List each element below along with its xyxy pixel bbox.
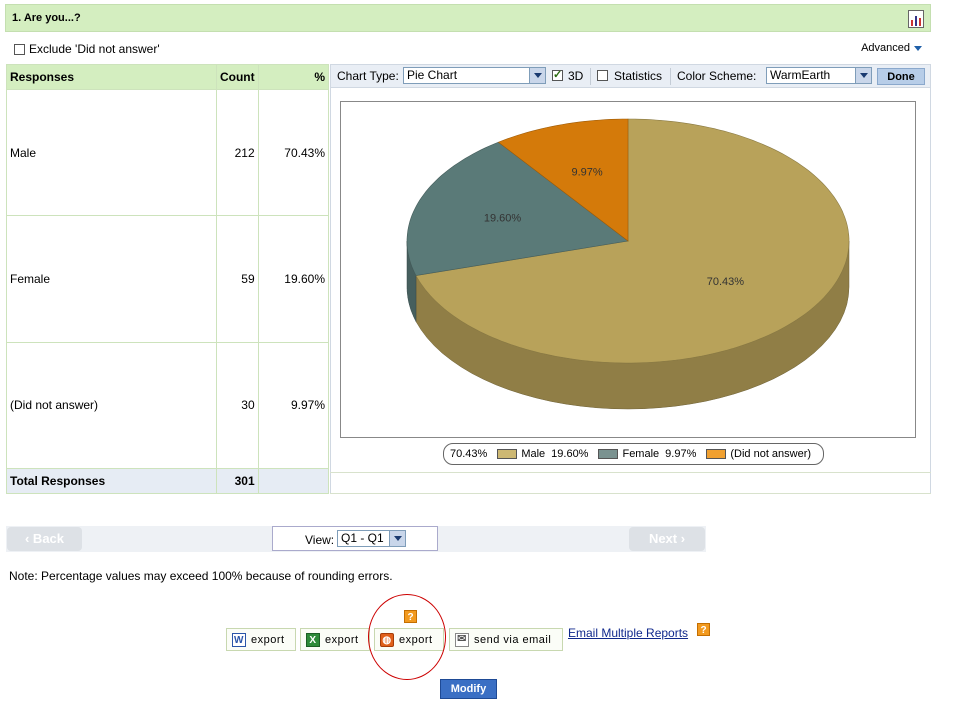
rounding-note: Note: Percentage values may exceed 100% … (9, 569, 393, 583)
legend-swatch (497, 449, 518, 459)
dropdown-arrow-icon[interactable] (855, 68, 871, 83)
row-percent: 9.97% (257, 341, 330, 469)
toolbar-divider (670, 68, 671, 85)
row-label: Male (6, 89, 217, 217)
responses-table: Responses Count % Male 212 70.43% Female… (6, 63, 330, 495)
color-scheme-value[interactable]: WarmEarth (770, 68, 830, 82)
word-icon: W (232, 632, 246, 647)
view-select[interactable]: Q1 - Q1 (337, 530, 406, 547)
chart-type-select[interactable]: Pie Chart (403, 67, 546, 84)
total-count: 301 (215, 467, 259, 495)
legend-name: Male (521, 448, 546, 460)
row-percent: 70.43% (257, 89, 330, 217)
back-button[interactable]: ‹ Back (7, 527, 82, 551)
legend-value: 9.97% (665, 448, 697, 460)
color-scheme-label: Color Scheme: (677, 69, 757, 83)
help-icon[interactable]: ? (697, 623, 710, 636)
dropdown-arrow-icon[interactable] (389, 531, 405, 546)
chart-icon[interactable] (908, 10, 924, 28)
table-header-row: Responses Count % (6, 63, 330, 91)
legend-name: (Did not answer) (730, 448, 812, 460)
chart-toolbar: Chart Type: Pie Chart 3D Statistics Colo… (330, 64, 931, 88)
chart-legend: 70.43% Male 19.60% Female 9.97% (Did not… (443, 443, 825, 465)
table-row: Male 212 70.43% (6, 89, 330, 217)
legend-value: 70.43% (450, 448, 488, 460)
pie-label-2: 9.97% (571, 166, 602, 178)
legend-swatch (598, 449, 619, 459)
table-row: Female 59 19.60% (6, 215, 330, 343)
3d-label: 3D (568, 69, 584, 83)
chart-panel-footer (330, 472, 931, 494)
question-title: 1. Are you...? (12, 12, 81, 24)
view-box: View: Q1 - Q1 (272, 526, 438, 551)
row-count: 30 (215, 341, 259, 469)
highlight-circle (368, 594, 446, 680)
pie-label-0: 70.43% (707, 276, 745, 288)
envelope-icon: ✉ (455, 632, 469, 647)
exclude-row: Exclude 'Did not answer' (14, 42, 160, 56)
question-header: 1. Are you...? (5, 4, 931, 32)
legend-name: Female (622, 448, 660, 460)
exclude-label: Exclude 'Did not answer' (29, 42, 160, 56)
exclude-checkbox[interactable] (14, 43, 25, 55)
row-count: 59 (215, 215, 259, 343)
table-total-row: Total Responses 301 (6, 467, 330, 495)
email-multiple-reports-link[interactable]: Email Multiple Reports (568, 626, 688, 640)
row-label: (Did not answer) (6, 341, 217, 469)
send-email-button[interactable]: ✉ send via email (449, 628, 563, 651)
table-row: (Did not answer) 30 9.97% (6, 341, 330, 469)
advanced-label[interactable]: Advanced (861, 42, 910, 54)
total-percent-empty (257, 467, 330, 495)
excel-icon: X (306, 632, 320, 647)
chevron-down-icon[interactable] (914, 45, 922, 51)
header-responses: Responses (6, 63, 217, 91)
legend-value: 19.60% (551, 448, 589, 460)
3d-checkbox[interactable] (552, 68, 563, 81)
legend-swatch (706, 449, 727, 459)
done-button[interactable]: Done (877, 68, 925, 85)
export-excel-button[interactable]: X export (300, 628, 370, 651)
statistics-checkbox[interactable] (597, 70, 608, 81)
toolbar-divider (590, 68, 591, 85)
row-count: 212 (215, 89, 259, 217)
statistics-label: Statistics (614, 69, 663, 83)
send-email-label[interactable]: send via email (474, 634, 551, 646)
total-label: Total Responses (6, 467, 217, 495)
export-word-label[interactable]: export (251, 634, 285, 646)
modify-button[interactable]: Modify (440, 679, 497, 699)
next-button[interactable]: Next › (629, 527, 705, 551)
chart-type-label: Chart Type: (337, 69, 399, 83)
navigation-bar: ‹ Back View: Q1 - Q1 Next › (6, 526, 706, 552)
row-percent: 19.60% (257, 215, 330, 343)
export-word-button[interactable]: W export (226, 628, 296, 651)
header-count: Count (215, 63, 259, 91)
advanced-link[interactable]: Advanced (861, 42, 922, 54)
export-excel-label[interactable]: export (325, 634, 359, 646)
view-label: View: (305, 533, 335, 547)
row-label: Female (6, 215, 217, 343)
color-scheme-select[interactable]: WarmEarth (766, 67, 872, 84)
header-percent: % (257, 63, 330, 91)
dropdown-arrow-icon[interactable] (529, 68, 545, 83)
pie-label-1: 19.60% (484, 212, 522, 224)
view-value[interactable]: Q1 - Q1 (341, 531, 384, 545)
pie-chart: 70.43% 19.60% 9.97% (340, 101, 916, 438)
pie-chart-svg: 70.43% 19.60% 9.97% (406, 118, 850, 410)
chart-type-value[interactable]: Pie Chart (407, 68, 457, 82)
